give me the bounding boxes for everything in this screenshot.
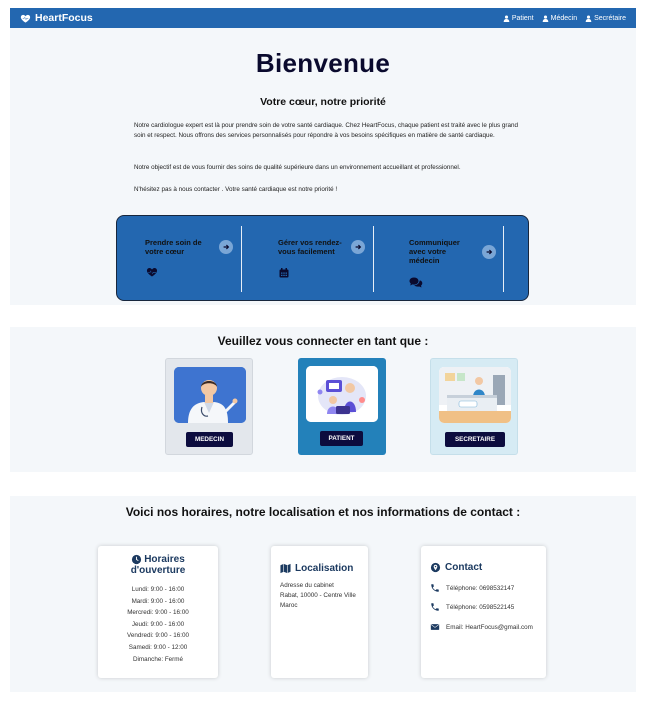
info-heading: Voici nos horaires, notre localisation e… [125, 505, 521, 519]
contact-title-text: Contact [445, 562, 483, 573]
map-icon [280, 563, 291, 574]
contact-email[interactable]: Email: HeartFocus@gmail.com [430, 622, 533, 632]
user-tie-icon [585, 15, 592, 22]
page-subtitle: Votre cœur, notre priorité [260, 96, 386, 108]
hours-monday: Lundi: 9:00 - 16:00 [131, 586, 185, 593]
hours-title-line1: Horaires [144, 554, 185, 565]
hours-saturday: Samedi: 9:00 - 12:00 [128, 643, 188, 651]
address-line: Adresse du cabinet [280, 582, 334, 589]
info-section: Voici nos horaires, notre localisation e… [10, 496, 636, 692]
contact-title: Contact [430, 562, 482, 573]
nav-link-patient[interactable]: Patient [503, 15, 534, 22]
contact-card: Contact Téléphone: 0698532147 Téléphone:… [421, 546, 546, 678]
contact-phone-2[interactable]: Téléphone: 0598522145 [430, 602, 514, 612]
role-button-patient[interactable]: PATIENT [320, 431, 363, 446]
email-text: Email: HeartFocus@gmail.com [446, 623, 533, 631]
hours-list: Lundi: 9:00 - 16:00 Mardi: 9:00 - 16:00 … [98, 584, 218, 665]
navbar: HeartFocus Patient Médecin Secrétaire [10, 8, 636, 28]
hours-thursday: Jeudi: 9:00 - 16:00 [131, 620, 185, 628]
feature-divider [503, 226, 504, 292]
location-pin-icon [430, 562, 441, 573]
phone-text: Téléphone: 0598522145 [446, 603, 515, 611]
nav-link-secretaire[interactable]: Secrétaire [585, 15, 626, 22]
nav-link-label: Secrétaire [594, 14, 626, 22]
arrow-right-icon[interactable] [482, 245, 496, 259]
contact-paragraph: N'hésitez pas à nous contacter . Votre s… [134, 186, 338, 193]
contact-phone-1[interactable]: Téléphone: 0698532147 [430, 583, 514, 593]
login-heading: Veuillez vous connecter en tant que : [217, 334, 429, 348]
nav-link-label: Médecin [550, 14, 578, 22]
phone-icon [431, 584, 439, 592]
feature-appointments[interactable]: Gérer vos rendez-vous facilement [242, 216, 374, 302]
calendar-icon [279, 268, 289, 278]
address-line: Maroc [280, 602, 298, 609]
heartbeat-icon [146, 268, 158, 277]
hours-tuesday: Mardi: 9:00 - 16:00 [131, 597, 185, 605]
hours-title-line2: d'ouverture [130, 565, 186, 576]
feature-title: Prendre soin de votre cœur [145, 238, 202, 256]
arrow-right-icon[interactable] [219, 240, 233, 254]
address-line: Rabat, 10000 - Centre Ville [280, 592, 356, 599]
location-title-text: Localisation [295, 563, 354, 574]
phone-text: Téléphone: 0698532147 [446, 584, 515, 592]
reception-illustration [439, 367, 511, 423]
hero-section: Bienvenue Votre cœur, notre priorité Not… [10, 28, 636, 305]
comments-icon [409, 277, 423, 288]
role-button-secretaire[interactable]: SECRETAIRE [445, 432, 505, 447]
page-title: Bienvenue [255, 48, 391, 78]
login-section: Veuillez vous connecter en tant que : ME… [10, 327, 636, 472]
nav-links: Patient Médecin Secrétaire [503, 15, 626, 22]
intro-paragraph: Notre cardiologue expert est là pour pre… [134, 122, 518, 139]
hours-title: Horaires d'ouverture [98, 554, 218, 576]
feature-communicate[interactable]: Communiquer avec votre médecin [374, 216, 504, 302]
role-card-medecin[interactable]: MEDECIN [165, 358, 253, 455]
arrow-right-icon[interactable] [351, 240, 365, 254]
feature-title: Gérer vos rendez-vous facilement [278, 238, 342, 256]
nav-link-medecin[interactable]: Médecin [542, 15, 577, 22]
user-doctor-icon [542, 15, 548, 22]
objective-paragraph: Notre objectif est de vous fournir des s… [134, 164, 461, 171]
envelope-icon [430, 624, 440, 630]
role-button-medecin[interactable]: MEDECIN [186, 432, 233, 447]
feature-title: Communiquer avec votre médecin [409, 238, 460, 265]
location-title: Localisation [280, 563, 353, 574]
user-icon [503, 15, 510, 22]
location-card: Localisation Adresse du cabinet Rabat, 1… [271, 546, 368, 678]
clock-icon [132, 554, 142, 565]
features-panel: Prendre soin de votre cœur Gérer vos ren… [116, 215, 529, 301]
hours-wednesday: Mercredi: 9:00 - 16:00 [127, 609, 189, 617]
nav-link-label: Patient [511, 14, 534, 22]
address: Adresse du cabinet Rabat, 10000 - Centre… [280, 581, 356, 611]
brand-name: HeartFocus [35, 12, 93, 24]
doctor-illustration [174, 367, 246, 423]
feature-heart-care[interactable]: Prendre soin de votre cœur [117, 216, 242, 302]
hours-sunday: Dimanche: Fermé [132, 655, 184, 663]
hours-card: Horaires d'ouverture Lundi: 9:00 - 16:00… [98, 546, 218, 678]
phone-icon [431, 603, 439, 611]
heart-icon [20, 14, 31, 23]
patient-illustration [306, 366, 378, 422]
role-card-secretaire[interactable]: SECRETAIRE [430, 358, 518, 455]
hours-friday: Vendredi: 9:00 - 16:00 [127, 632, 189, 640]
role-card-patient[interactable]: PATIENT [298, 358, 386, 455]
brand-logo[interactable]: HeartFocus [20, 12, 93, 24]
